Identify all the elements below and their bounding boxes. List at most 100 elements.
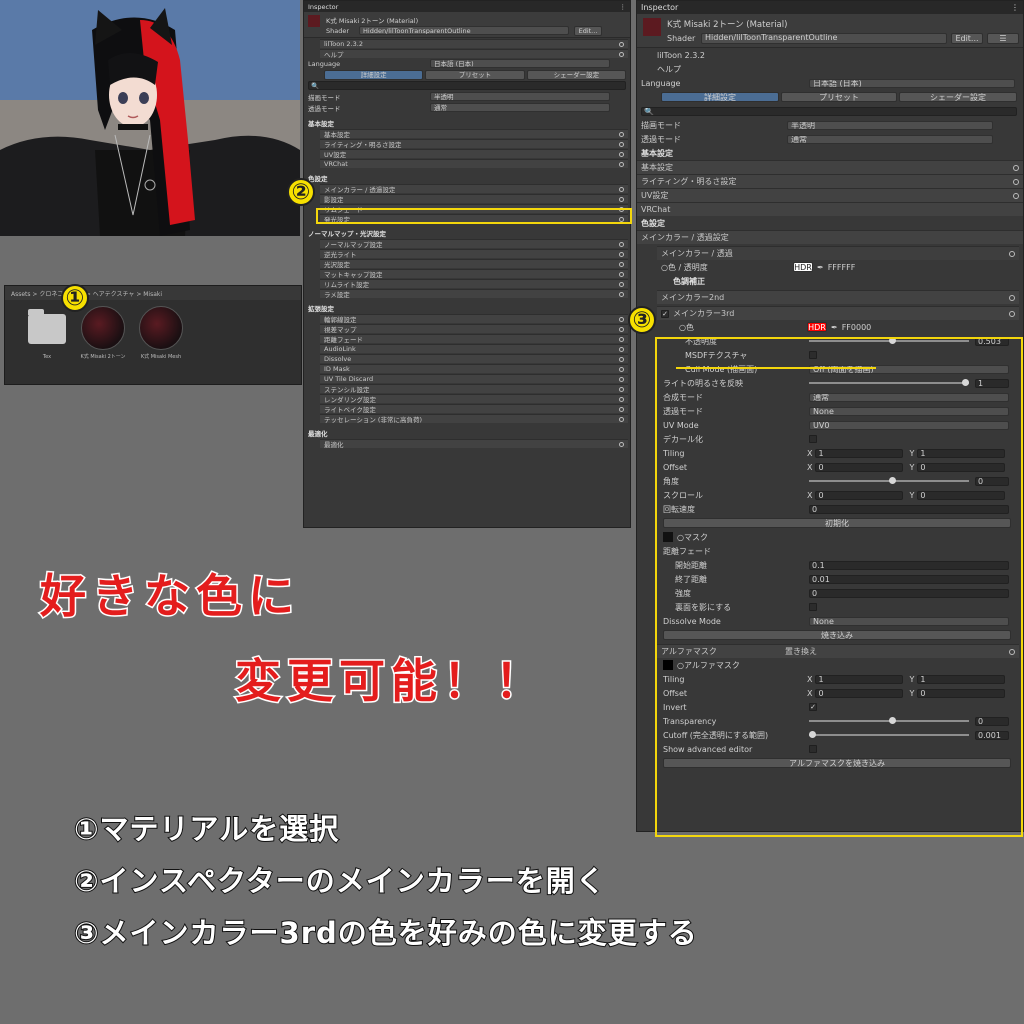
material-mesh[interactable]: K式 Misaki Mesh bbox=[137, 306, 185, 360]
fold-row[interactable]: ステンシル設定 bbox=[320, 384, 628, 393]
search-input[interactable]: 🔍 bbox=[308, 81, 626, 90]
setting-dropdown[interactable]: 日本語 (日本) bbox=[430, 59, 610, 68]
fold-row[interactable]: 輪郭線設定 bbox=[320, 314, 628, 323]
fold-row[interactable]: Dissolve bbox=[320, 354, 628, 363]
fold-row[interactable]: 光沢設定 bbox=[320, 259, 628, 268]
inspector-tab[interactable]: Inspector ⋮ bbox=[637, 1, 1023, 14]
fold-row[interactable]: UV設定 bbox=[320, 149, 628, 158]
fold-row[interactable]: メインカラー / 透過設定 bbox=[320, 184, 628, 193]
gear-icon[interactable] bbox=[619, 416, 624, 422]
gear-icon[interactable] bbox=[619, 316, 624, 322]
shader-dropdown[interactable]: Hidden/lilToonTransparentOutline bbox=[701, 33, 947, 44]
gear-icon[interactable] bbox=[619, 51, 624, 57]
fold-vrchat[interactable]: VRChat bbox=[637, 202, 1023, 216]
hex-field[interactable]: FFFFFF bbox=[828, 263, 856, 272]
tab-preset[interactable]: プリセット bbox=[781, 92, 897, 102]
menu-icon[interactable]: ☰ bbox=[987, 33, 1019, 44]
fold-row[interactable]: 視差マップ bbox=[320, 324, 628, 333]
gear-icon[interactable] bbox=[619, 141, 624, 147]
enable-checkbox[interactable]: ✓ bbox=[661, 309, 669, 318]
fold-row[interactable]: リムライト設定 bbox=[320, 279, 628, 288]
hdr-swatch[interactable]: HDR bbox=[793, 262, 813, 272]
gear-icon[interactable] bbox=[619, 406, 624, 412]
project-breadcrumb[interactable]: Assets > クロネコ... > 改 > ヘアテクスチャ > Misaki bbox=[5, 286, 301, 300]
gear-icon[interactable] bbox=[619, 366, 624, 372]
gear-icon[interactable] bbox=[619, 41, 624, 47]
fold-row[interactable]: レンダリング設定 bbox=[320, 394, 628, 403]
tab-detail[interactable]: 詳細設定 bbox=[661, 92, 779, 102]
gear-icon[interactable] bbox=[1009, 294, 1015, 301]
hex-field[interactable]: FF0000 bbox=[842, 323, 872, 332]
gear-icon[interactable] bbox=[619, 186, 624, 192]
shader-dropdown[interactable]: Hidden/lilToonTransparentOutline bbox=[359, 26, 569, 35]
scene-viewport[interactable] bbox=[0, 0, 300, 236]
gear-icon[interactable] bbox=[1013, 178, 1019, 185]
color-swatch-red[interactable]: HDR bbox=[807, 322, 827, 332]
render-mode-dropdown[interactable]: 半透明 bbox=[787, 120, 993, 130]
gear-icon[interactable] bbox=[619, 386, 624, 392]
search-input[interactable]: 🔍 bbox=[641, 106, 1017, 116]
gear-icon[interactable] bbox=[1013, 192, 1019, 199]
edit-button[interactable]: Edit... bbox=[951, 33, 983, 44]
fold-row[interactable]: 影設定 bbox=[320, 194, 628, 203]
fold-main-color[interactable]: メインカラー / 透過設定 bbox=[637, 230, 1023, 244]
setting-dropdown[interactable]: 半透明 bbox=[430, 92, 610, 101]
fold-row[interactable]: ヘルプ bbox=[320, 49, 628, 58]
fold-main-2nd[interactable]: メインカラー2nd bbox=[657, 290, 1019, 304]
gear-icon[interactable] bbox=[619, 281, 624, 287]
gear-icon[interactable] bbox=[619, 376, 624, 382]
eyedropper-icon[interactable]: ✒ bbox=[831, 323, 838, 332]
fold-row[interactable]: 逆光ライト bbox=[320, 249, 628, 258]
gear-icon[interactable] bbox=[1013, 164, 1019, 171]
gear-icon[interactable] bbox=[619, 441, 624, 447]
eyedropper-icon[interactable]: ✒ bbox=[817, 263, 824, 272]
fold-lighting[interactable]: ライティング・明るさ設定 bbox=[637, 174, 1023, 188]
trans-mode-dropdown[interactable]: 通常 bbox=[787, 134, 993, 144]
folder-tex[interactable]: Tex bbox=[23, 306, 71, 360]
gear-icon[interactable] bbox=[619, 326, 624, 332]
fold-version[interactable]: lilToon 2.3.2 bbox=[637, 48, 1023, 62]
gear-icon[interactable] bbox=[619, 241, 624, 247]
mode-tab[interactable]: プリセット bbox=[425, 69, 525, 80]
fold-main-3rd[interactable]: ✓ メインカラー3rd bbox=[657, 306, 1019, 320]
mode-tab[interactable]: 詳細設定 bbox=[324, 69, 424, 80]
fold-row[interactable]: AudioLink bbox=[320, 344, 628, 353]
fold-row[interactable]: マットキャップ設定 bbox=[320, 269, 628, 278]
language-dropdown[interactable]: 日本語 (日本) bbox=[809, 78, 1015, 88]
material-2tone[interactable]: K式 Misaki 2トーン bbox=[79, 306, 127, 360]
fold-row[interactable]: ライティング・明るさ設定 bbox=[320, 139, 628, 148]
fold-row[interactable]: ライトベイク設定 bbox=[320, 404, 628, 413]
gear-icon[interactable] bbox=[619, 396, 624, 402]
fold-row[interactable]: 最適化 bbox=[320, 439, 628, 448]
fold-uv[interactable]: UV設定 bbox=[637, 188, 1023, 202]
inspector-tab[interactable]: Inspector ⋮ bbox=[304, 1, 630, 12]
fold-row[interactable]: VRChat bbox=[320, 159, 628, 168]
lock-icon[interactable]: ⋮ bbox=[620, 3, 627, 11]
gear-icon[interactable] bbox=[619, 261, 624, 267]
gear-icon[interactable] bbox=[619, 271, 624, 277]
main-color-sub-header[interactable]: メインカラー / 透過 bbox=[657, 246, 1019, 260]
fold-row[interactable]: ノーマルマップ設定 bbox=[320, 239, 628, 248]
gear-icon[interactable] bbox=[619, 131, 624, 137]
setting-dropdown[interactable]: 通常 bbox=[430, 103, 610, 112]
fold-help[interactable]: ヘルプ bbox=[637, 62, 1023, 76]
gear-icon[interactable] bbox=[1009, 250, 1015, 257]
fold-row[interactable]: ID Mask bbox=[320, 364, 628, 373]
fold-row[interactable]: 基本設定 bbox=[320, 129, 628, 138]
tab-shader-settings[interactable]: シェーダー設定 bbox=[899, 92, 1017, 102]
fold-basic[interactable]: 基本設定 bbox=[637, 160, 1023, 174]
fold-row[interactable]: 距離フェード bbox=[320, 334, 628, 343]
edit-button[interactable]: Edit... bbox=[574, 26, 602, 36]
gear-icon[interactable] bbox=[619, 346, 624, 352]
gear-icon[interactable] bbox=[619, 151, 624, 157]
mode-tab[interactable]: シェーダー設定 bbox=[526, 69, 626, 80]
gear-icon[interactable] bbox=[619, 196, 624, 202]
lock-icon[interactable]: ⋮ bbox=[1011, 3, 1019, 12]
gear-icon[interactable] bbox=[619, 161, 624, 167]
fold-row[interactable]: ラメ設定 bbox=[320, 289, 628, 298]
gear-icon[interactable] bbox=[619, 336, 624, 342]
fold-row[interactable]: テッセレーション (非常に高負荷) bbox=[320, 414, 628, 423]
gear-icon[interactable] bbox=[1009, 310, 1015, 317]
fold-row[interactable]: lilToon 2.3.2 bbox=[320, 39, 628, 48]
gear-icon[interactable] bbox=[619, 251, 624, 257]
